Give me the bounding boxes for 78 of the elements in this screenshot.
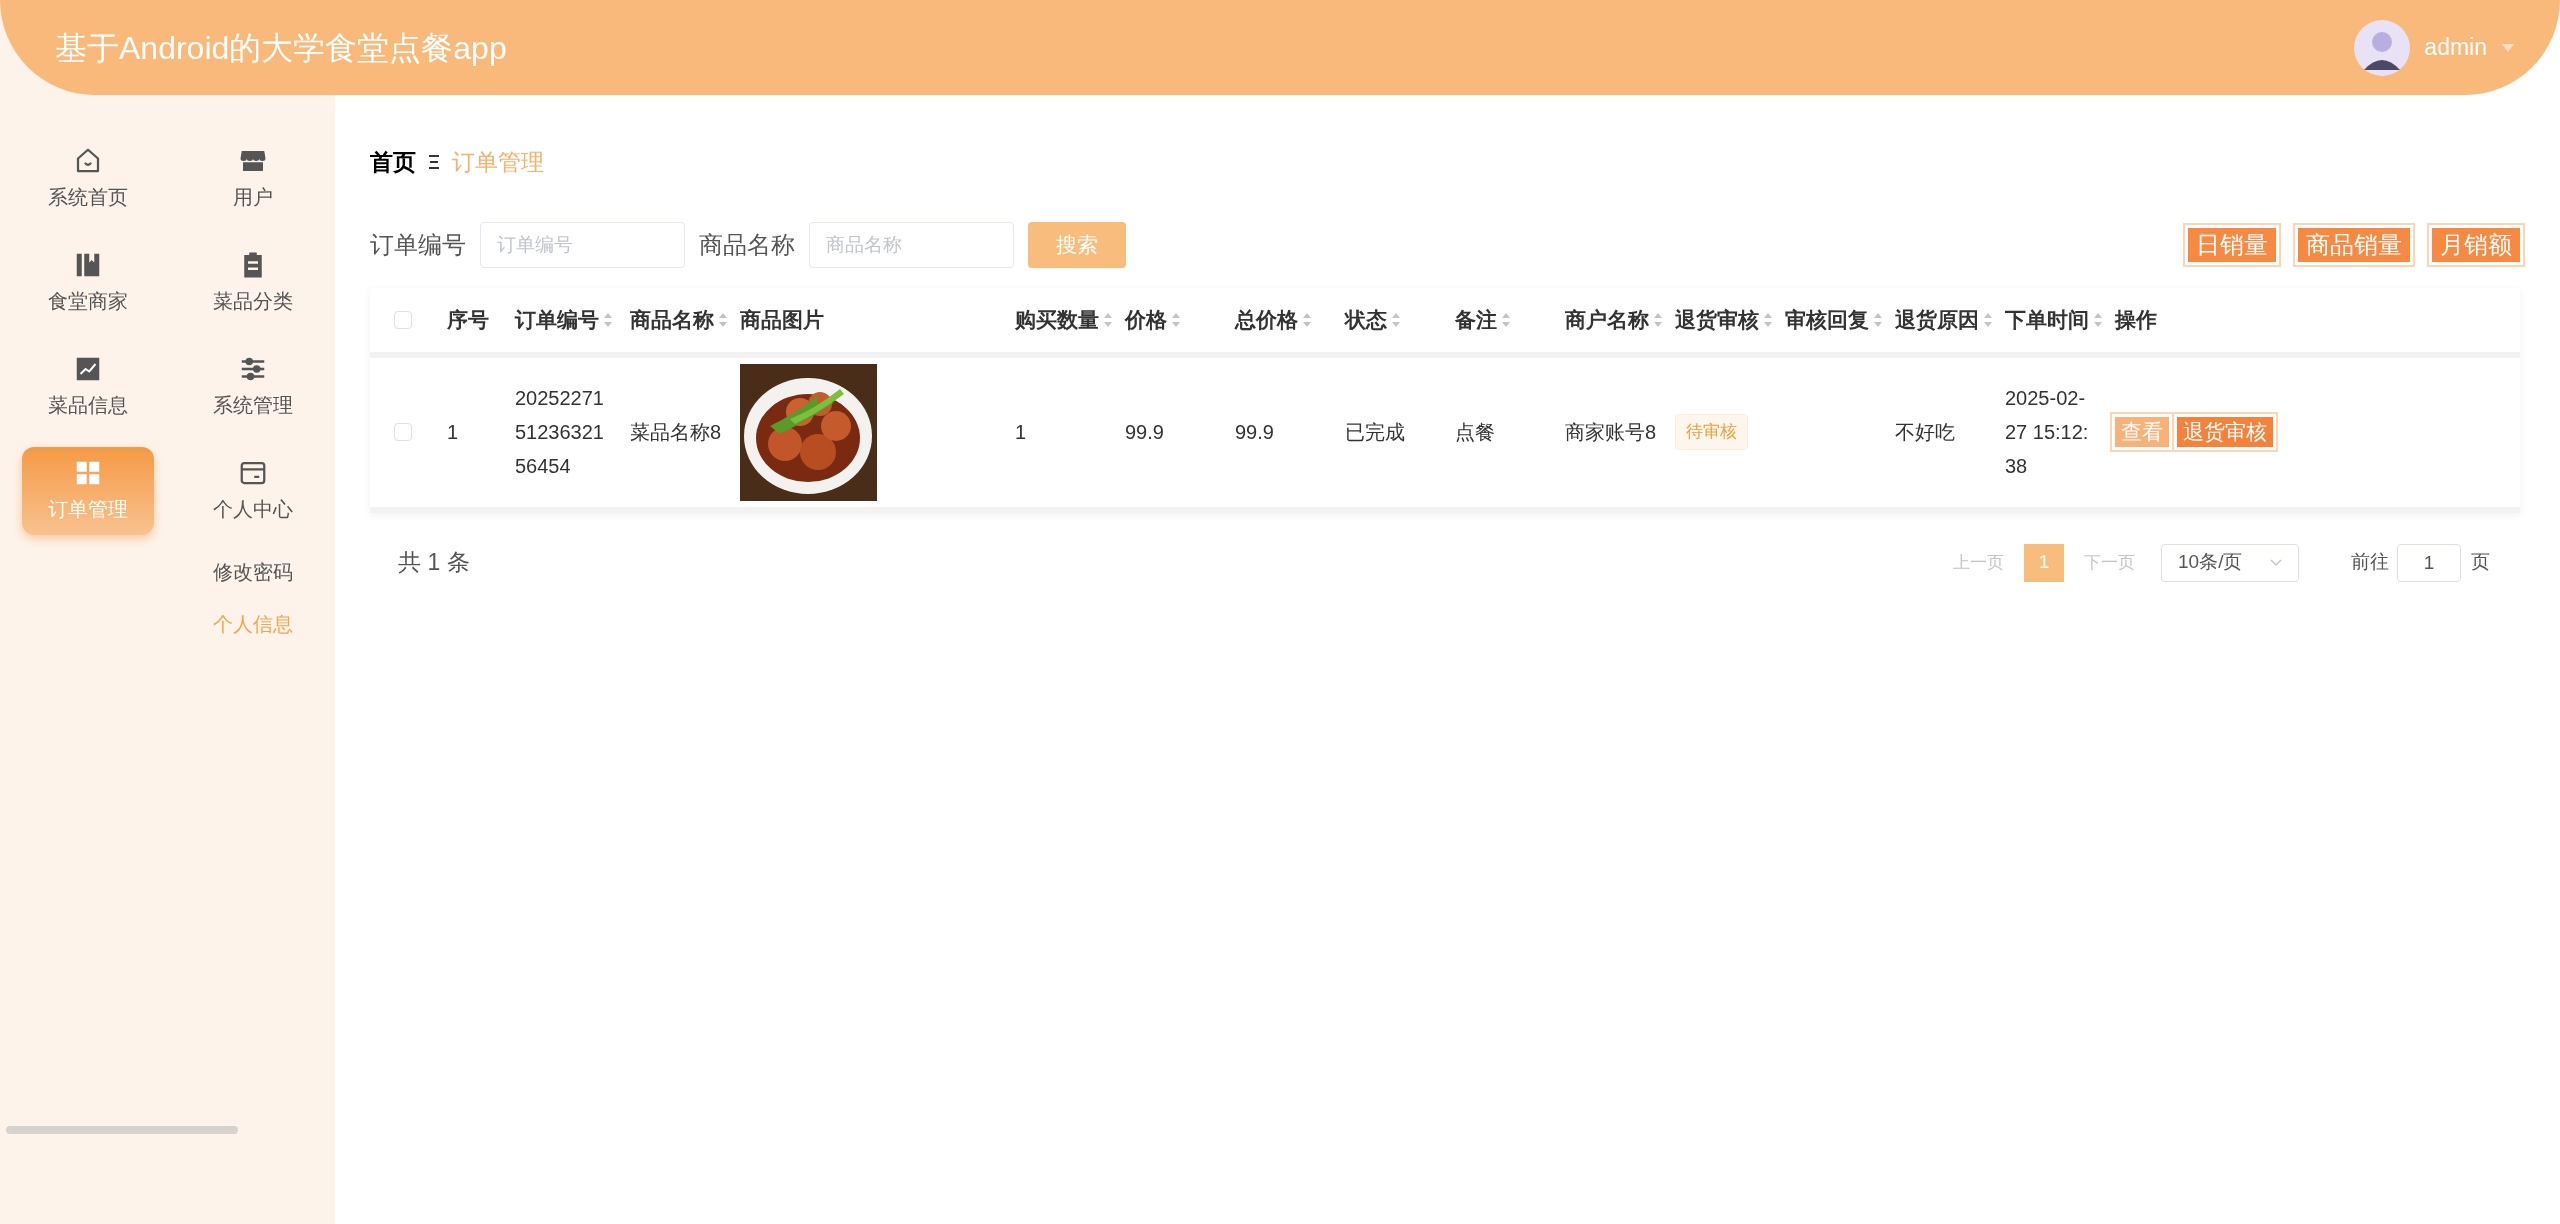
menu-item[interactable]: 菜品信息 [22, 343, 155, 431]
menu-item[interactable]: 食堂商家 [22, 239, 155, 327]
column-header[interactable]: 商户名称 [1565, 303, 1663, 336]
search-field[interactable]: 订单编号 [480, 221, 685, 268]
column-header[interactable]: 商品名称 [630, 303, 728, 336]
goto-label: 前往 [2351, 550, 2389, 575]
field-label: 商品名称 [699, 229, 795, 260]
menu-item[interactable]: 菜品分类 [186, 239, 319, 327]
header-label: 商品图片 [740, 306, 824, 333]
menu-item[interactable]: 系统管理 [186, 343, 319, 431]
column-header[interactable]: 购买数量 [1015, 303, 1113, 336]
column-header[interactable]: 下单时间 [2005, 303, 2103, 336]
page-unit: 页 [2471, 550, 2490, 575]
breadcrumb-home[interactable]: 首页 [370, 145, 416, 180]
header-label: 退货审核 [1675, 306, 1759, 333]
sort-icon[interactable] [2093, 311, 2103, 328]
header-label: 总价格 [1235, 306, 1298, 333]
table-cell-text: 1 [447, 420, 459, 445]
status-tag: 待审核 [1675, 414, 1748, 450]
sort-icon[interactable] [1171, 311, 1181, 328]
column-header[interactable]: 退货审核 [1675, 303, 1773, 336]
column-header[interactable]: 总价格 [1235, 303, 1312, 336]
menu-item[interactable]: 个人中心 [186, 447, 319, 535]
sort-icon[interactable] [1302, 311, 1312, 328]
page-input[interactable]: 1 [2397, 543, 2461, 582]
caret-icon[interactable] [2501, 42, 2515, 53]
table-cell-text: 1 [1015, 420, 1027, 445]
table-cell-text: 99.9 [1235, 420, 1274, 445]
submenu-item[interactable]: 修改密码 [212, 557, 293, 587]
menu-item[interactable]: 系统首页 [22, 135, 155, 223]
column-header[interactable]: 备注 [1455, 303, 1511, 336]
header-label: 审核回复 [1785, 306, 1869, 333]
column-header[interactable]: 退货原因 [1895, 303, 1993, 336]
header-label: 价格 [1125, 306, 1167, 333]
scrollbar[interactable] [6, 1126, 238, 1134]
menu-item[interactable]: 用户 [186, 135, 319, 223]
chevron-down-icon [2270, 558, 2282, 567]
column-header[interactable]: 订单编号 [515, 303, 613, 336]
table-cell-text: 不好吃 [1895, 420, 1955, 445]
table-cell-text: 2025-02-27 15:12:38 [2005, 386, 2090, 479]
sort-icon[interactable] [1653, 311, 1663, 328]
sort-icon[interactable] [1983, 311, 1993, 328]
sort-icon[interactable] [1763, 311, 1773, 328]
sort-icon[interactable] [1103, 311, 1113, 328]
sort-icon[interactable] [1391, 311, 1401, 328]
table-cell-text: 商家账号8 [1565, 420, 1657, 445]
field-label: 订单编号 [370, 229, 466, 260]
sort-icon[interactable] [1873, 311, 1883, 328]
page-size-select[interactable]: 10条/页 [2161, 543, 2299, 582]
search-field[interactable]: 商品名称 [809, 221, 1014, 268]
header-label: 下单时间 [2005, 306, 2089, 333]
sort-icon[interactable] [1501, 311, 1511, 328]
column-header[interactable]: 状态 [1345, 303, 1401, 336]
total-count: 共 1 条 [398, 548, 470, 578]
sort-icon[interactable] [603, 311, 613, 328]
table-cell-text: 菜品名称8 [630, 420, 722, 445]
table-cell-text: 202522715123632156454 [515, 386, 605, 479]
breadcrumb-current: 订单管理 [452, 148, 544, 177]
separator-icon [428, 154, 440, 171]
avatar-icon[interactable] [2354, 19, 2411, 76]
table-cell-text: 已完成 [1345, 420, 1405, 445]
header-label: 操作 [2115, 306, 2157, 333]
header-label: 序号 [447, 306, 489, 333]
app-title: 基于Android的大学食堂点餐app [55, 28, 508, 68]
table-cell-text: 点餐 [1455, 420, 1495, 445]
checkbox[interactable] [393, 310, 412, 329]
header-label: 购买数量 [1015, 306, 1099, 333]
header-label: 退货原因 [1895, 306, 1979, 333]
table-cell-text: 99.9 [1125, 420, 1164, 445]
header-label: 商户名称 [1565, 306, 1649, 333]
header-label: 商品名称 [630, 306, 714, 333]
header-label: 备注 [1455, 306, 1497, 333]
header-label: 订单编号 [515, 306, 599, 333]
column-header[interactable]: 价格 [1125, 303, 1181, 336]
sort-icon[interactable] [718, 311, 728, 328]
column-header[interactable]: 审核回复 [1785, 303, 1883, 336]
header-label: 状态 [1345, 306, 1387, 333]
checkbox[interactable] [393, 423, 412, 441]
